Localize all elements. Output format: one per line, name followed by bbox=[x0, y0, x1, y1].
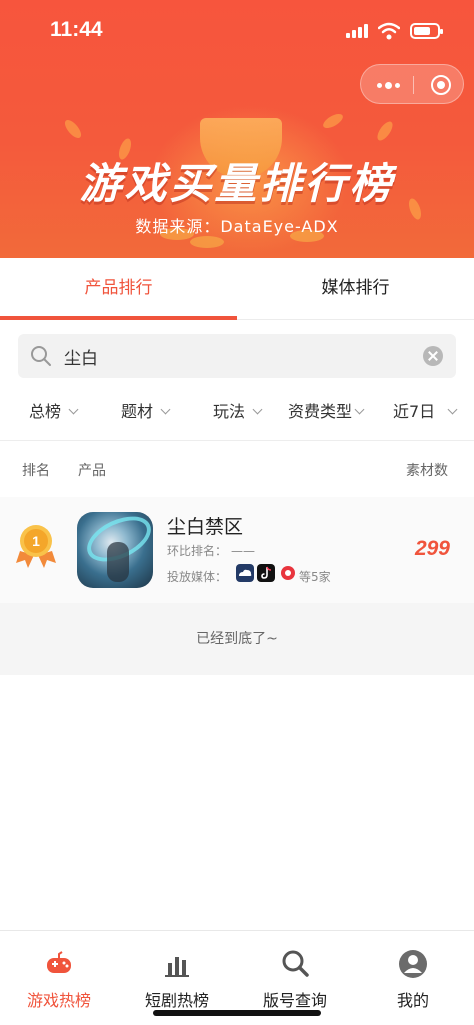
rank-change-value: —— bbox=[231, 544, 256, 558]
signal-icon bbox=[346, 24, 368, 38]
filter-gameplay[interactable]: 玩法 bbox=[213, 398, 263, 422]
search-input[interactable] bbox=[64, 334, 424, 378]
filter-payment-type[interactable]: 资费类型 bbox=[288, 398, 365, 422]
filter-label: 总榜 bbox=[29, 402, 62, 421]
search-icon bbox=[31, 346, 51, 366]
ranking-tabs: 产品排行 媒体排行 bbox=[0, 258, 474, 320]
tiktok-icon bbox=[257, 564, 275, 582]
capsule-divider bbox=[413, 76, 414, 94]
filter-label: 题材 bbox=[121, 402, 154, 421]
filter-label: 近7日 bbox=[393, 402, 436, 421]
end-of-list: 已经到底了~ bbox=[0, 603, 474, 675]
close-mini-program-icon[interactable] bbox=[431, 75, 451, 95]
user-icon bbox=[399, 950, 427, 978]
wifi-icon bbox=[378, 22, 400, 40]
clear-search-icon[interactable] bbox=[423, 346, 443, 366]
filter-total[interactable]: 总榜 bbox=[29, 398, 79, 422]
table-header: 排名 产品 素材数 bbox=[0, 448, 474, 492]
filter-theme[interactable]: 题材 bbox=[121, 398, 171, 422]
header-rank: 排名 bbox=[22, 463, 50, 479]
tab-media-ranking[interactable]: 媒体排行 bbox=[237, 258, 474, 320]
filter-label: 资费类型 bbox=[288, 402, 353, 421]
bar-chart-icon bbox=[165, 957, 189, 977]
header-product: 产品 bbox=[78, 463, 106, 479]
chevron-down-icon bbox=[354, 404, 365, 415]
chevron-down-icon bbox=[252, 404, 263, 415]
gold-medal-icon: 1 bbox=[16, 525, 56, 568]
nav-mine[interactable]: 我的 bbox=[354, 931, 472, 1025]
filter-label: 玩法 bbox=[213, 402, 246, 421]
nav-label: 游戏热榜 bbox=[26, 991, 91, 1010]
active-tab-indicator bbox=[0, 316, 237, 320]
app-name[interactable]: 尘白禁区 bbox=[167, 512, 243, 539]
status-time: 11:44 bbox=[50, 18, 103, 41]
rank-change: 环比排名： —— bbox=[167, 542, 255, 559]
banner-subtitle: 数据来源：DataEye-ADX bbox=[135, 217, 339, 236]
header-banner: 11:44 游戏买量排行榜 数据来源：DataEye-ADX bbox=[0, 0, 474, 258]
rank-change-label: 环比排名： bbox=[167, 544, 228, 558]
gamepad-icon bbox=[47, 951, 71, 973]
nav-label: 短剧热榜 bbox=[144, 991, 209, 1010]
material-count: 299 bbox=[414, 537, 450, 560]
media-more: 等5家 bbox=[299, 570, 331, 584]
filter-date-range[interactable]: 近7日 bbox=[393, 398, 458, 422]
leaf-decoration bbox=[374, 119, 396, 143]
battery-icon bbox=[410, 23, 443, 39]
red-circle-media-icon bbox=[279, 564, 297, 582]
chevron-down-icon bbox=[447, 404, 458, 415]
filter-bar: 总榜 题材 玩法 资费类型 近7日 bbox=[0, 388, 474, 432]
cloud-media-icon bbox=[236, 564, 254, 582]
status-bar: 11:44 bbox=[0, 0, 474, 60]
nav-game-hot[interactable]: 游戏热榜 bbox=[0, 931, 118, 1025]
coin-decoration bbox=[190, 236, 224, 248]
chevron-down-icon bbox=[160, 404, 171, 415]
leaf-decoration bbox=[62, 117, 84, 141]
nav-label: 版号查询 bbox=[262, 991, 327, 1010]
banner-title: 游戏买量排行榜 bbox=[79, 159, 395, 208]
search-icon bbox=[282, 950, 309, 977]
chevron-down-icon bbox=[68, 404, 79, 415]
medal-rank: 1 bbox=[32, 533, 40, 549]
divider bbox=[0, 440, 474, 441]
tab-product-ranking[interactable]: 产品排行 bbox=[0, 258, 237, 320]
table-row[interactable]: 1 尘白禁区 环比排名： —— 投放媒体： 等5家 299 bbox=[0, 497, 474, 603]
search-bar[interactable] bbox=[18, 334, 456, 378]
nav-label: 我的 bbox=[396, 991, 429, 1010]
app-icon[interactable] bbox=[77, 512, 153, 588]
mini-program-capsule[interactable] bbox=[360, 64, 464, 104]
home-indicator bbox=[153, 1010, 321, 1016]
media-label: 投放媒体： bbox=[167, 570, 228, 584]
more-icon[interactable] bbox=[377, 78, 401, 92]
header-count: 素材数 bbox=[406, 463, 448, 479]
